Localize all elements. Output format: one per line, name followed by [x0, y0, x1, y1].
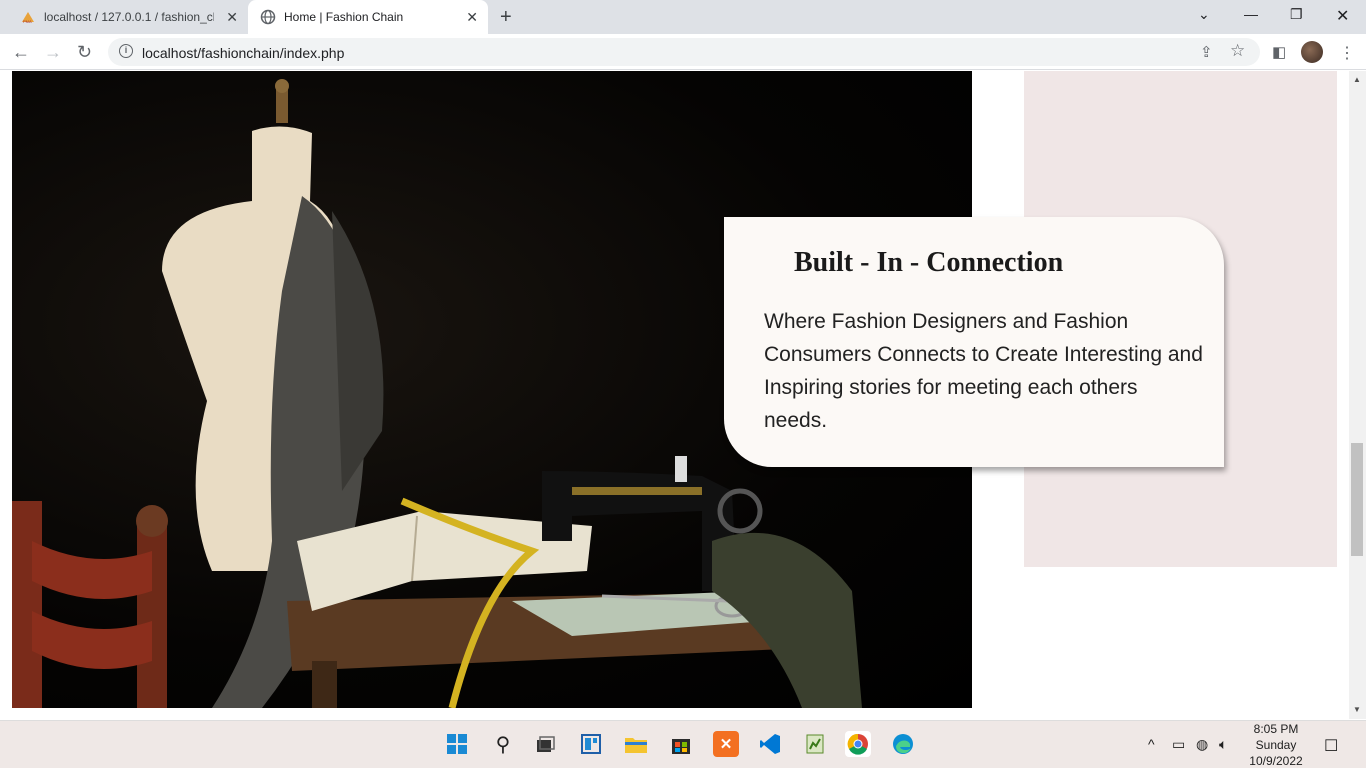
- tab-title: localhost / 127.0.0.1 / fashion_chain: [44, 10, 214, 24]
- new-tab-icon[interactable]: +: [500, 6, 512, 29]
- page-viewport: Built - In - Connection Where Fashion De…: [0, 71, 1366, 719]
- forward-icon[interactable]: →: [44, 42, 62, 63]
- url-text: localhost/fashionchain/index.php: [142, 45, 345, 61]
- task-view-icon[interactable]: [532, 731, 558, 757]
- system-clock[interactable]: 8:05 PM Sunday 10/9/2022: [1240, 721, 1312, 769]
- tray-overflow-icon[interactable]: ^: [1148, 736, 1155, 752]
- bookmark-star-icon[interactable]: ☆: [1230, 41, 1245, 61]
- scroll-down-icon[interactable]: ▼: [1353, 705, 1361, 714]
- microsoft-store-icon[interactable]: [668, 731, 694, 757]
- tab-home-fashion-chain[interactable]: Home | Fashion Chain ✕: [248, 0, 488, 34]
- close-window-icon[interactable]: ✕: [1336, 6, 1349, 26]
- file-explorer-icon[interactable]: [623, 731, 649, 757]
- battery-icon[interactable]: ▭: [1172, 736, 1185, 753]
- side-panel-icon[interactable]: ◧: [1272, 43, 1286, 61]
- back-icon[interactable]: ←: [12, 42, 30, 63]
- address-bar[interactable]: i localhost/fashionchain/index.php ⇪ ☆: [108, 38, 1260, 66]
- share-icon[interactable]: ⇪: [1200, 43, 1213, 61]
- reload-icon[interactable]: ↻: [77, 42, 92, 63]
- volume-icon[interactable]: 🔈︎: [1219, 736, 1227, 753]
- feature-card: Built - In - Connection Where Fashion De…: [724, 217, 1224, 467]
- tab-search-icon[interactable]: ⌄: [1198, 6, 1210, 23]
- network-globe-icon[interactable]: ◍: [1196, 736, 1208, 753]
- clock-date: 10/9/2022: [1249, 754, 1303, 768]
- scroll-thumb[interactable]: [1351, 443, 1363, 556]
- widgets-icon[interactable]: [578, 731, 604, 757]
- browser-tab-bar: PMA localhost / 127.0.0.1 / fashion_chai…: [0, 0, 1366, 34]
- notepad-plus-icon[interactable]: [802, 731, 828, 757]
- phpmyadmin-icon: PMA: [22, 12, 34, 24]
- windows-taskbar: ⚲ ✕ ^ ▭ ◍ 🔈︎ 8:05 PM Sunday 10/9/2022 ☐: [0, 720, 1366, 768]
- chrome-icon[interactable]: [845, 731, 871, 757]
- site-info-icon[interactable]: i: [119, 44, 133, 58]
- card-body: Where Fashion Designers and Fashion Cons…: [764, 310, 1203, 432]
- menu-icon[interactable]: ⋮: [1339, 43, 1355, 63]
- profile-avatar[interactable]: [1301, 41, 1323, 63]
- svg-text:PMA: PMA: [23, 19, 32, 24]
- notifications-icon[interactable]: ☐: [1324, 736, 1338, 756]
- browser-toolbar: ← → ↻ i localhost/fashionchain/index.php…: [0, 34, 1366, 70]
- vscode-icon[interactable]: [757, 731, 783, 757]
- chair-left: [12, 501, 42, 708]
- windows-start-icon[interactable]: [444, 731, 470, 757]
- clock-day: Sunday: [1255, 738, 1297, 752]
- close-icon[interactable]: ✕: [466, 9, 478, 26]
- scroll-up-icon[interactable]: ▲: [1353, 75, 1361, 84]
- minimize-icon[interactable]: —: [1244, 6, 1258, 22]
- clock-time: 8:05 PM: [1253, 722, 1299, 736]
- restore-icon[interactable]: ❐: [1290, 6, 1303, 23]
- search-icon[interactable]: ⚲: [490, 731, 516, 757]
- tab-title: Home | Fashion Chain: [284, 10, 404, 24]
- tab-phpmyadmin[interactable]: PMA localhost / 127.0.0.1 / fashion_chai…: [8, 0, 248, 34]
- edge-icon[interactable]: [890, 731, 916, 757]
- page-scrollbar[interactable]: ▲ ▼: [1349, 71, 1366, 719]
- xampp-icon[interactable]: ✕: [713, 731, 739, 757]
- close-icon[interactable]: ✕: [226, 9, 238, 26]
- card-heading: Built - In - Connection: [794, 247, 1064, 278]
- globe-icon: [260, 9, 276, 25]
